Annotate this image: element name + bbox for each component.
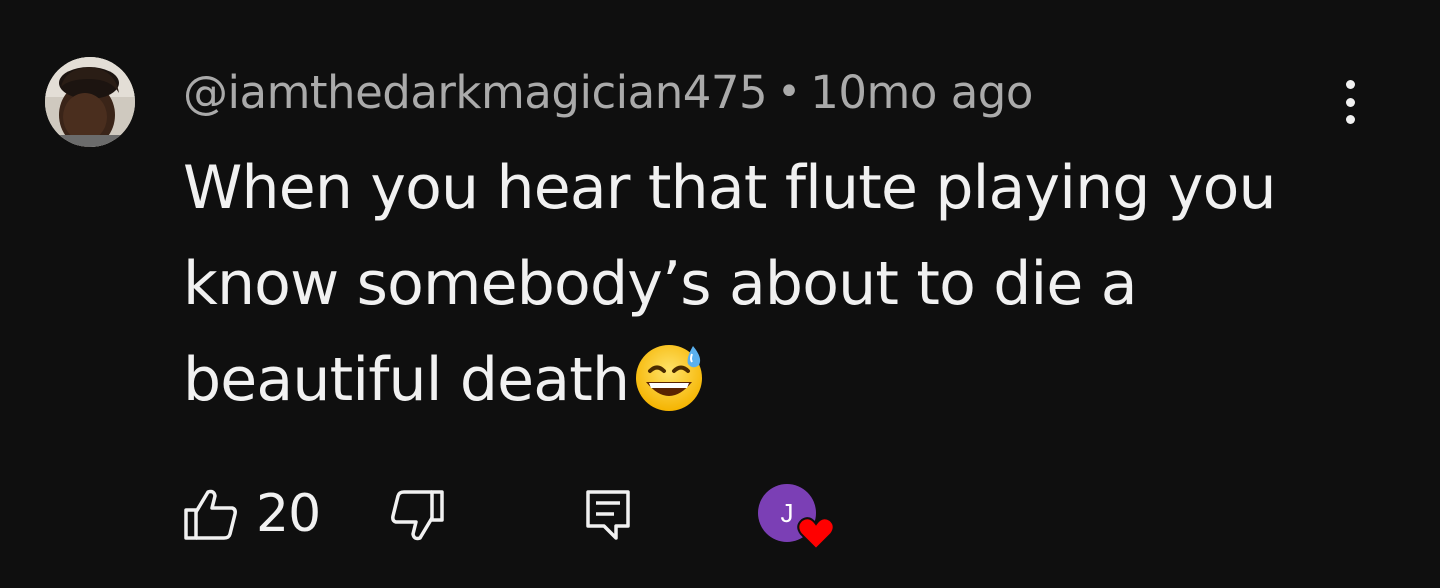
reply-icon <box>586 490 630 540</box>
heart-icon <box>797 517 835 551</box>
more-options-button[interactable] <box>1326 74 1374 130</box>
author-handle[interactable]: @iamthedarkmagician475 <box>183 66 768 119</box>
comment-card: @iamthedarkmagician475 • 10mo ago When y… <box>0 0 1440 588</box>
comment-text: When you hear that flute playing you kno… <box>183 153 1277 415</box>
sweat-smile-emoji <box>633 338 709 414</box>
thumbs-up-icon <box>184 489 237 540</box>
comment-body: When you hear that flute playing you kno… <box>183 140 1323 428</box>
more-vertical-icon <box>1345 80 1355 89</box>
creator-heart-badge: J <box>758 484 838 554</box>
header-separator: • <box>777 69 801 115</box>
like-button[interactable] <box>180 484 240 544</box>
author-avatar[interactable] <box>45 57 135 147</box>
like-count: 20 <box>256 484 321 544</box>
comment-actions: 20 J <box>180 480 880 551</box>
reply-button[interactable] <box>580 486 636 542</box>
dislike-button[interactable] <box>388 486 448 546</box>
comment-timestamp: 10mo ago <box>810 65 1033 119</box>
thumbs-down-icon <box>391 490 444 541</box>
comment-header: @iamthedarkmagician475 • 10mo ago <box>183 62 1033 122</box>
